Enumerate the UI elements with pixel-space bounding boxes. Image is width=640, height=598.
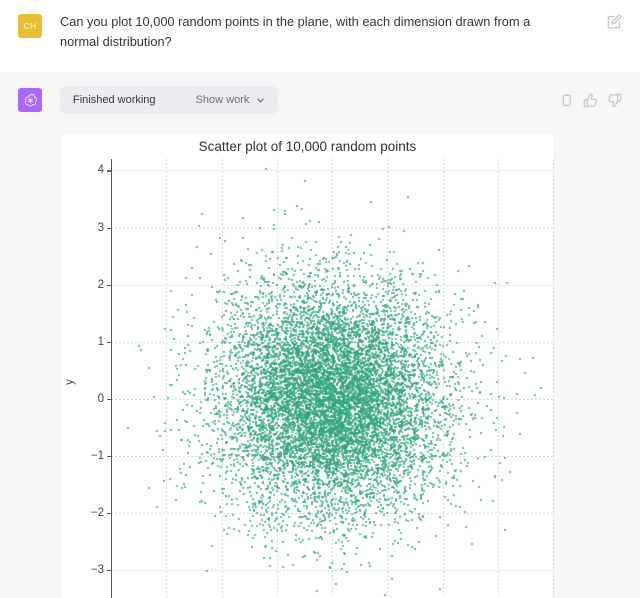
chart-title: Scatter plot of 10,000 random points — [62, 139, 553, 154]
scatter-points — [111, 159, 553, 598]
edit-icon[interactable] — [607, 14, 622, 29]
finished-working-pill[interactable]: Finished working Show work — [60, 86, 278, 114]
chart-card: Scatter plot of 10,000 random points y 4… — [62, 134, 553, 598]
user-message-body: Can you plot 10,000 random points in the… — [42, 12, 607, 52]
copy-icon[interactable] — [559, 93, 574, 108]
y-tick-label: 2 — [98, 279, 104, 291]
avatar-user: CH — [18, 14, 42, 38]
show-work-label: Show work — [196, 94, 250, 106]
assistant-message-body: Finished working Show work — [42, 86, 559, 114]
avatar-initials: CH — [24, 21, 37, 31]
show-work-toggle[interactable]: Show work — [196, 94, 266, 106]
chat-page: CH Can you plot 10,000 random points in … — [0, 0, 640, 598]
y-tick-label: 4 — [98, 164, 104, 176]
y-tick-label: 3 — [98, 222, 104, 234]
chevron-down-icon — [256, 96, 265, 105]
y-tick-label: 0 — [98, 393, 104, 405]
work-status-label: Finished working — [73, 94, 156, 106]
y-tick-label: 1 — [98, 336, 104, 348]
user-message-actions — [607, 12, 622, 29]
avatar-assistant — [18, 88, 42, 112]
openai-logo-icon — [22, 92, 39, 109]
plot-area: y 43210−1−2−3 — [111, 159, 553, 598]
y-axis-label: y — [64, 379, 76, 385]
y-tick-label: −1 — [91, 450, 104, 462]
thumbs-up-icon[interactable] — [583, 93, 598, 108]
y-tick-label: −2 — [91, 507, 104, 519]
thumbs-down-icon[interactable] — [607, 93, 622, 108]
assistant-message-actions — [559, 86, 622, 108]
gridline-vertical — [553, 159, 554, 598]
user-message-row: CH Can you plot 10,000 random points in … — [0, 0, 640, 72]
user-message-text: Can you plot 10,000 random points in the… — [60, 12, 552, 52]
y-tick-label: −3 — [91, 564, 104, 576]
